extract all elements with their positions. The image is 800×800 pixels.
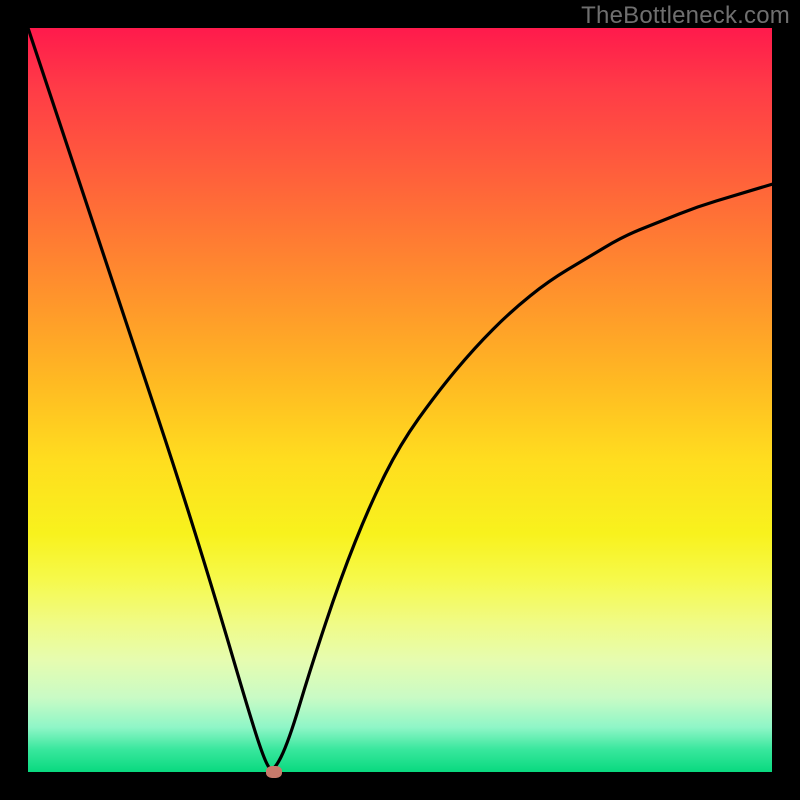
bottleneck-curve <box>28 28 772 772</box>
chart-frame: TheBottleneck.com <box>0 0 800 800</box>
watermark-text: TheBottleneck.com <box>581 2 790 30</box>
plot-area <box>28 28 772 772</box>
optimum-marker <box>266 766 282 778</box>
